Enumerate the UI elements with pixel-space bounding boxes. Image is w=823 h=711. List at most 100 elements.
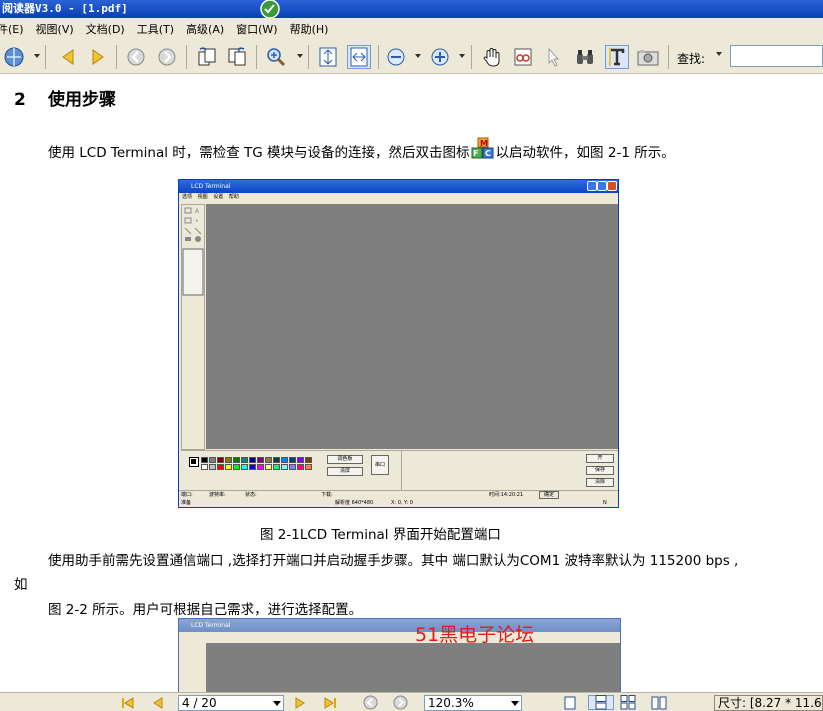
zoom-in-icon[interactable] <box>428 45 452 69</box>
first-page-icon[interactable] <box>56 45 80 69</box>
open-dropdown-arrow[interactable] <box>34 54 40 58</box>
toolbar-separator <box>471 45 472 69</box>
toolbar-separator <box>116 45 117 69</box>
two-page-view-icon[interactable] <box>651 695 667 710</box>
menu-view[interactable]: 视图(V) <box>30 21 80 37</box>
paragraph-1: 使用 LCD Terminal 时，需检查 TG 模块与设备的连接，然后双击图标… <box>48 137 675 161</box>
svg-text:•: • <box>195 218 199 225</box>
zoom-out-icon[interactable] <box>384 45 408 69</box>
figure-menu-item: 设置 <box>213 194 224 200</box>
figure-status-xy: X: 0, Y: 0 <box>391 500 413 506</box>
hand-tool-icon[interactable] <box>480 45 504 69</box>
fit-width-icon[interactable] <box>347 45 371 69</box>
select-arrow-icon[interactable] <box>541 45 565 69</box>
paragraph-3: 图 2-2 所示。用户可根据自己需求，进行选择配置。 <box>48 602 363 618</box>
svg-text:A: A <box>195 208 200 215</box>
fit-page-icon[interactable] <box>316 45 340 69</box>
figure-bottom-panel: 调色板 清屏 串口 开 保存 清除 <box>181 450 618 491</box>
continuous-view-icon[interactable] <box>588 695 614 710</box>
figure-caption: 图 2-1LCD Terminal 界面开始配置端口 <box>260 527 501 543</box>
toolbar-separator <box>186 45 187 69</box>
paragraph-1-text-b: 以启动软件，如图 2-1 所示。 <box>495 145 675 161</box>
figure-status-resolution: 解析度 640*480 <box>335 500 374 506</box>
palette-swatch <box>281 457 288 463</box>
figure-tool-palette: A • <box>181 204 205 450</box>
figure-menu-item: 视图 <box>197 194 208 200</box>
zoom-level-dropdown-arrow[interactable] <box>511 701 519 706</box>
forward-icon[interactable] <box>155 45 179 69</box>
zoom-level-value: 120.3% <box>428 696 474 710</box>
zoom-level-field[interactable]: 120.3% <box>424 695 522 711</box>
nav-last-page-icon[interactable] <box>322 695 338 710</box>
palette-swatch <box>233 457 240 463</box>
figure-2-window-titlebar: LCD Terminal <box>179 619 620 632</box>
rotate-left-icon[interactable] <box>195 45 219 69</box>
next-page-icon[interactable] <box>86 45 110 69</box>
nav-prev-page-icon[interactable] <box>150 695 166 710</box>
back-icon[interactable] <box>124 45 148 69</box>
paragraph-2: 使用助手前需先设置通信端口 ,选择打开端口并启动握手步骤。其中 端口默认为COM… <box>48 553 739 569</box>
figure-reset-button: 清除 <box>586 478 614 487</box>
figure-window-titlebar: LCD Terminal <box>179 180 618 193</box>
facing-view-icon[interactable] <box>620 695 636 710</box>
nav-next-page-icon[interactable] <box>292 695 308 710</box>
figure-port-button: 串口 <box>371 455 389 475</box>
toolbar-separator <box>308 45 309 69</box>
zoom-tool-icon[interactable] <box>264 45 288 69</box>
figure-status-bar: 端口: 波特率: 状态: 下载: 时间:14:20:21 确定 <box>179 490 618 499</box>
palette-swatch <box>305 457 312 463</box>
menu-tools[interactable]: 工具(T) <box>131 21 180 37</box>
page-number-field[interactable]: 4 / 20 <box>178 695 284 711</box>
navigation-bar: 4 / 20 120.3% 尺寸: [8.27 * 11.69 <box>0 692 823 711</box>
snapshot-camera-icon[interactable] <box>636 45 660 69</box>
find-options-arrow[interactable] <box>716 52 722 56</box>
menu-document[interactable]: 文档(D) <box>80 21 131 37</box>
menu-help[interactable]: 帮助(H) <box>284 21 335 37</box>
nav-forward-icon[interactable] <box>392 695 408 710</box>
menu-bar: 文件(E) 视图(V) 文档(D) 工具(T) 高级(A) 窗口(W) 帮助(H… <box>0 18 823 40</box>
svg-text:C: C <box>485 149 491 158</box>
toolbar-separator <box>256 45 257 69</box>
figure-status-n: N <box>603 500 607 506</box>
figure-color-button: 调色板 <box>327 455 363 464</box>
menu-window[interactable]: 窗口(W) <box>230 21 283 37</box>
menu-file[interactable]: 文件(E) <box>0 21 30 37</box>
palette-swatch <box>241 457 248 463</box>
palette-swatch <box>281 464 288 470</box>
menu-advanced[interactable]: 高级(A) <box>180 21 230 37</box>
paragraph-2-wrap: 如 <box>14 577 28 593</box>
nav-first-page-icon[interactable] <box>120 695 136 710</box>
figure-2-drawing-canvas <box>206 643 620 692</box>
zoom-dropdown-arrow[interactable] <box>297 54 303 58</box>
zoom-out-dropdown-arrow[interactable] <box>415 54 421 58</box>
figure-open-button: 开 <box>586 454 614 463</box>
window-title: 阅读器V3.0 - [1.pdf] <box>2 2 128 15</box>
find-input[interactable] <box>730 45 823 67</box>
text-select-icon[interactable] <box>605 45 629 69</box>
rotate-right-icon[interactable] <box>225 45 249 69</box>
palette-swatch <box>209 457 216 463</box>
single-page-view-icon[interactable] <box>562 695 578 710</box>
find-label: 查找: <box>677 52 706 66</box>
palette-swatch <box>289 464 296 470</box>
reading-glasses-icon[interactable] <box>511 45 535 69</box>
palette-swatch <box>257 464 264 470</box>
palette-swatch <box>201 457 208 463</box>
figure-2-window-title: LCD Terminal <box>191 622 231 629</box>
find-binoculars-icon[interactable] <box>573 45 597 69</box>
toolbar-separator <box>668 45 669 69</box>
figure-minimize-icon <box>587 181 597 191</box>
open-globe-icon[interactable] <box>2 45 26 69</box>
page-dropdown-arrow[interactable] <box>273 701 281 706</box>
zoom-in-dropdown-arrow[interactable] <box>459 54 465 58</box>
figure-menu: 选项 视图 设置 帮助 <box>179 193 618 202</box>
palette-swatch <box>257 457 264 463</box>
section-title: 使用步骤 <box>48 90 116 110</box>
document-view[interactable]: 2 使用步骤 使用 LCD Terminal 时，需检查 TG 模块与设备的连接，… <box>0 75 823 692</box>
palette-swatch <box>297 464 304 470</box>
palette-swatch <box>249 464 256 470</box>
nav-back-icon[interactable] <box>362 695 378 710</box>
figure-lcd-terminal-screenshot: LCD Terminal 选项 视图 设置 帮助 A • 调色板 清屏 串口 开… <box>178 179 619 508</box>
paragraph-1-text-a: 使用 LCD Terminal 时，需检查 TG 模块与设备的连接，然后双击图标 <box>48 145 470 161</box>
figure-color-palette <box>201 457 312 470</box>
